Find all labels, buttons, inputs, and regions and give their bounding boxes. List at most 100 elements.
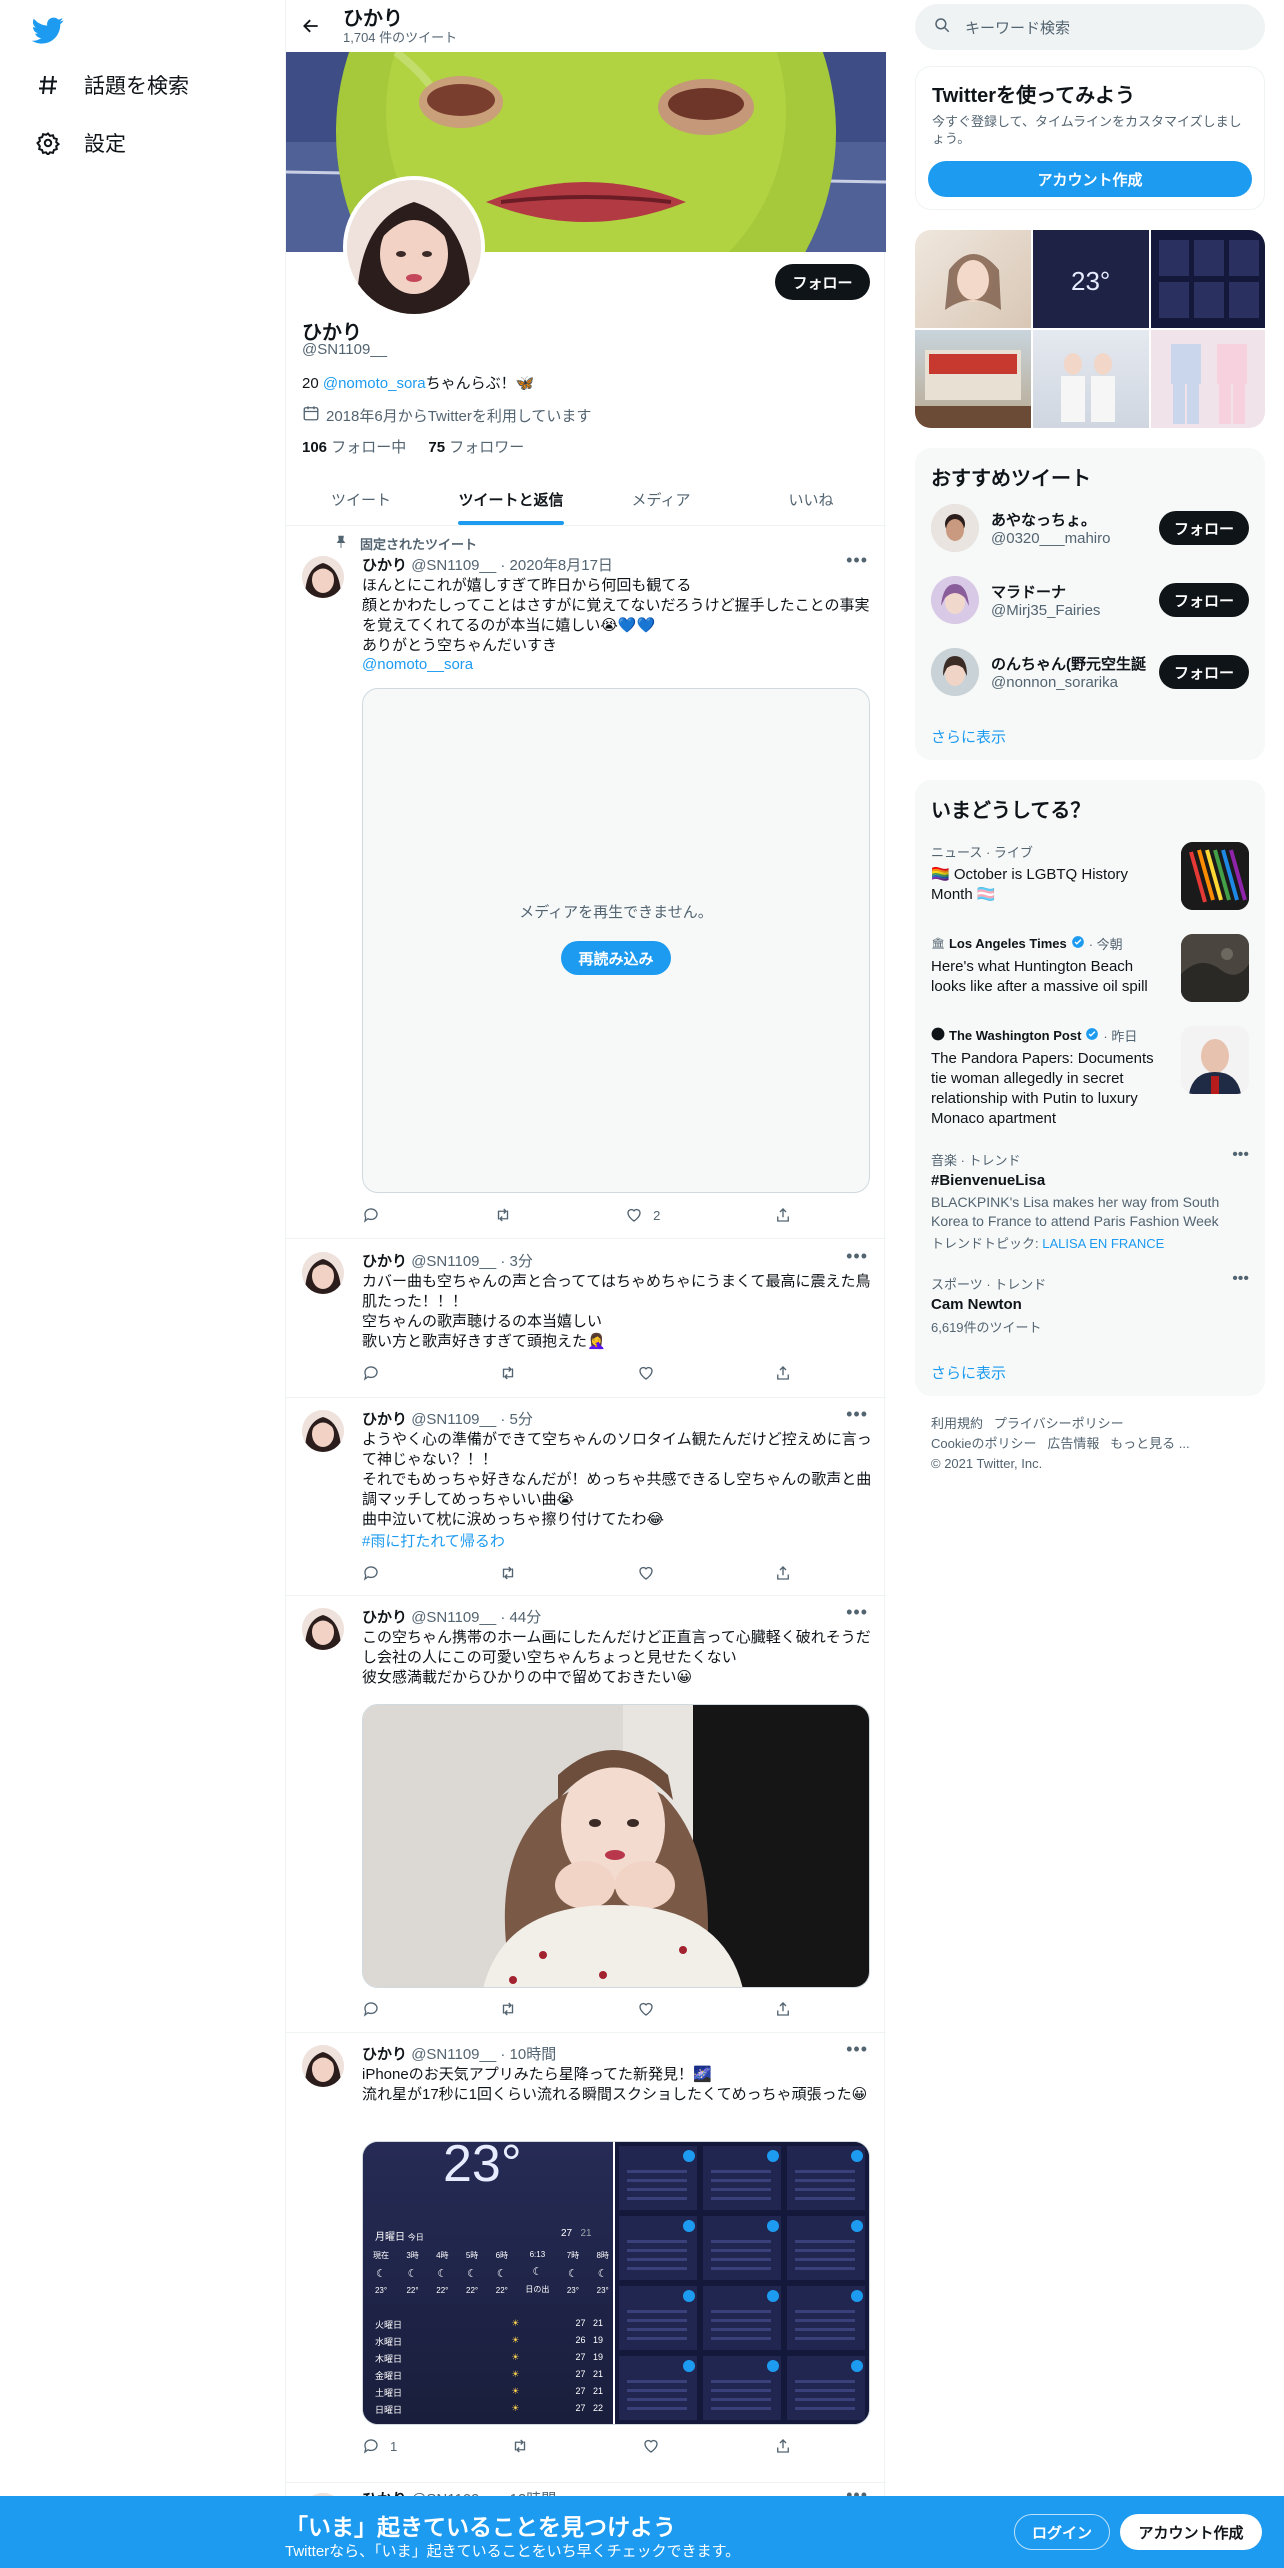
tab-tweets[interactable]: ツイート (286, 474, 436, 525)
signup-button[interactable]: アカウント作成 (928, 161, 1252, 197)
tab-tweets-and-replies[interactable]: ツイートと返信 (436, 474, 586, 525)
bottom-signup-button[interactable]: アカウント作成 (1120, 2514, 1262, 2550)
reply-button[interactable] (362, 1364, 380, 1382)
tweet-avatar[interactable] (302, 1608, 344, 1650)
media-thumb[interactable] (1151, 330, 1265, 428)
trend-topic-link[interactable]: LALISA EN FRANCE (1042, 1236, 1164, 1251)
tweet-author-name[interactable]: ひかり (362, 557, 407, 574)
footer-terms-link[interactable]: 利用規約 (931, 1416, 983, 1431)
retweet-button[interactable] (499, 1564, 517, 1582)
footer-privacy-link[interactable]: プライバシーポリシー (994, 1416, 1124, 1431)
tweet-time[interactable]: · 5分 (500, 1411, 533, 1428)
profile-avatar[interactable] (343, 176, 485, 318)
more-options-icon[interactable]: ••• (1232, 1270, 1249, 1288)
share-button[interactable] (774, 1364, 792, 1382)
followers-link[interactable]: 75 フォロワー (428, 439, 524, 456)
tweet-time[interactable]: · 2020年8月17日 (500, 557, 613, 574)
media-thumb[interactable] (1033, 330, 1149, 428)
media-thumb[interactable] (915, 330, 1031, 428)
more-options-icon[interactable]: ••• (846, 1404, 868, 1425)
like-button[interactable] (637, 1564, 655, 1582)
user-avatar[interactable] (931, 648, 979, 696)
trend-thumbnail[interactable] (1181, 842, 1249, 910)
tweet-item[interactable]: 固定されたツイート ひかり @SN1109__ · 2020年8月17日 •••… (286, 526, 886, 1239)
tweet-time[interactable]: · 10時間 (500, 2046, 556, 2063)
media-thumb[interactable] (915, 230, 1031, 328)
recommended-user[interactable]: マラドーナ @Mirj35_Fairies フォロー (931, 570, 1249, 630)
weather-screenshot[interactable]: 23° 月曜日 今日 27 21 現在 ☾ 23° 3時 ☾ 22° 4時 ☾ 22° 5時 ☾ 22… (363, 2142, 615, 2424)
user-avatar[interactable] (931, 504, 979, 552)
trend-item[interactable]: スポーツ · トレンド Cam Newton 6,619件のツイート ••• (931, 1270, 1249, 1335)
recommended-user[interactable]: あやなっちょ。 @0320___mahiro フォロー (931, 498, 1249, 558)
nav-settings[interactable]: 設定 (34, 128, 126, 158)
tab-media[interactable]: メディア (586, 474, 736, 525)
tweet-video-placeholder[interactable]: メディアを再生できません。 再読み込み (362, 688, 870, 1193)
trends-show-more-link[interactable]: さらに表示 (931, 1362, 1006, 1383)
back-arrow-icon[interactable] (286, 0, 336, 52)
recommended-user[interactable]: のんちゃん(野元空生誕 @nonnon_sorarika フォロー (931, 642, 1249, 702)
trend-item[interactable]: The Washington Post · 昨日 The Pandora Pap… (931, 1026, 1249, 1132)
retweet-button[interactable] (499, 1364, 517, 1382)
login-button[interactable]: ログイン (1014, 2514, 1110, 2550)
more-options-icon[interactable]: ••• (846, 1246, 868, 1267)
tweet-author-name[interactable]: ひかり (362, 1609, 407, 1626)
trend-thumbnail[interactable] (1181, 934, 1249, 1002)
tweet-avatar[interactable] (302, 1252, 344, 1294)
trend-item[interactable]: ニュース · ライブ 🏳️‍🌈 October is LGBTQ History… (931, 842, 1249, 914)
user-avatar[interactable] (931, 576, 979, 624)
share-button[interactable] (774, 1564, 792, 1582)
retweet-button[interactable] (499, 2000, 517, 2018)
tweet-item[interactable]: ひかり @SN1109__ · 3分 ••• カバー曲も空ちゃんの声と合ってては… (286, 1240, 886, 1398)
tweet-author-handle[interactable]: @SN1109__ (411, 2046, 496, 2063)
tweet-photo-grid[interactable]: 23° 月曜日 今日 27 21 現在 ☾ 23° 3時 ☾ 22° 4時 ☾ 22° 5時 ☾ 22… (362, 2141, 870, 2425)
trend-thumbnail[interactable] (1181, 1026, 1249, 1094)
tweet-author-name[interactable]: ひかり (362, 1253, 407, 1270)
nav-explore[interactable]: 話題を検索 (34, 70, 189, 100)
footer-more-link[interactable]: もっと見る ... (1110, 1436, 1189, 1451)
like-button[interactable] (642, 2437, 660, 2455)
tweet-hashtag-link[interactable]: #雨に打たれて帰るわ (362, 1530, 505, 1551)
tweet-author-handle[interactable]: @SN1109__ (411, 1411, 496, 1428)
share-button[interactable] (774, 2000, 792, 2018)
reply-button[interactable] (362, 1564, 380, 1582)
trend-item[interactable]: 音楽 · トレンド #BienvenueLisa BLACKPINK's Lis… (931, 1146, 1249, 1254)
tweet-author-handle[interactable]: @SN1109__ (411, 557, 496, 574)
more-options-icon[interactable]: ••• (846, 1602, 868, 1623)
following-link[interactable]: 106 フォロー中 (302, 439, 406, 456)
profile-follow-button[interactable]: フォロー (775, 264, 870, 300)
tweet-author-name[interactable]: ひかり (362, 1411, 407, 1428)
tweet-avatar[interactable] (302, 2045, 344, 2087)
trend-item[interactable]: 🏛 Los Angeles Times · 今朝 Here's what Hun… (931, 934, 1249, 1010)
more-options-icon[interactable]: ••• (846, 550, 868, 571)
tweet-item[interactable]: ひかり @SN1109__ · 10時間 ••• iPhoneのお天気アプリみた… (286, 2033, 886, 2483)
reload-button[interactable]: 再読み込み (561, 941, 671, 975)
tweet-item[interactable]: ひかり @SN1109__ · 5分 ••• ようやく心の準備ができて空ちゃんの… (286, 1398, 886, 1596)
tweet-author-handle[interactable]: @SN1109__ (411, 1609, 496, 1626)
tweet-avatar[interactable] (302, 556, 344, 598)
reply-button[interactable] (362, 1206, 380, 1224)
share-button[interactable] (774, 1206, 792, 1224)
twitter-logo-icon[interactable] (31, 14, 64, 46)
more-options-icon[interactable]: ••• (1232, 1146, 1249, 1164)
screenshot-grid[interactable] (615, 2142, 869, 2424)
tab-likes[interactable]: いいね (736, 474, 886, 525)
tweet-time[interactable]: · 3分 (500, 1253, 533, 1270)
show-more-link[interactable]: さらに表示 (931, 726, 1006, 747)
media-thumb[interactable]: 23° (1033, 230, 1149, 328)
bio-mention-link[interactable]: @nomoto_sora (323, 375, 426, 392)
retweet-button[interactable] (494, 1206, 512, 1224)
like-button[interactable] (637, 2000, 655, 2018)
retweet-button[interactable] (511, 2437, 529, 2455)
tweet-time[interactable]: · 44分 (500, 1609, 541, 1626)
search-box[interactable]: キーワード検索 (915, 4, 1265, 50)
share-button[interactable] (774, 2437, 792, 2455)
reply-button[interactable]: 1 (362, 2437, 397, 2455)
footer-ads-link[interactable]: 広告情報 (1047, 1436, 1099, 1451)
reply-button[interactable] (362, 2000, 380, 2018)
tweet-avatar[interactable] (302, 1410, 344, 1452)
rec-follow-button[interactable]: フォロー (1159, 511, 1249, 545)
rec-follow-button[interactable]: フォロー (1159, 655, 1249, 689)
footer-cookies-link[interactable]: Cookieのポリシー (931, 1436, 1036, 1451)
tweet-item[interactable]: ひかり @SN1109__ · 44分 ••• この空ちゃん携帯のホーム画にした… (286, 1596, 886, 2033)
rec-follow-button[interactable]: フォロー (1159, 583, 1249, 617)
